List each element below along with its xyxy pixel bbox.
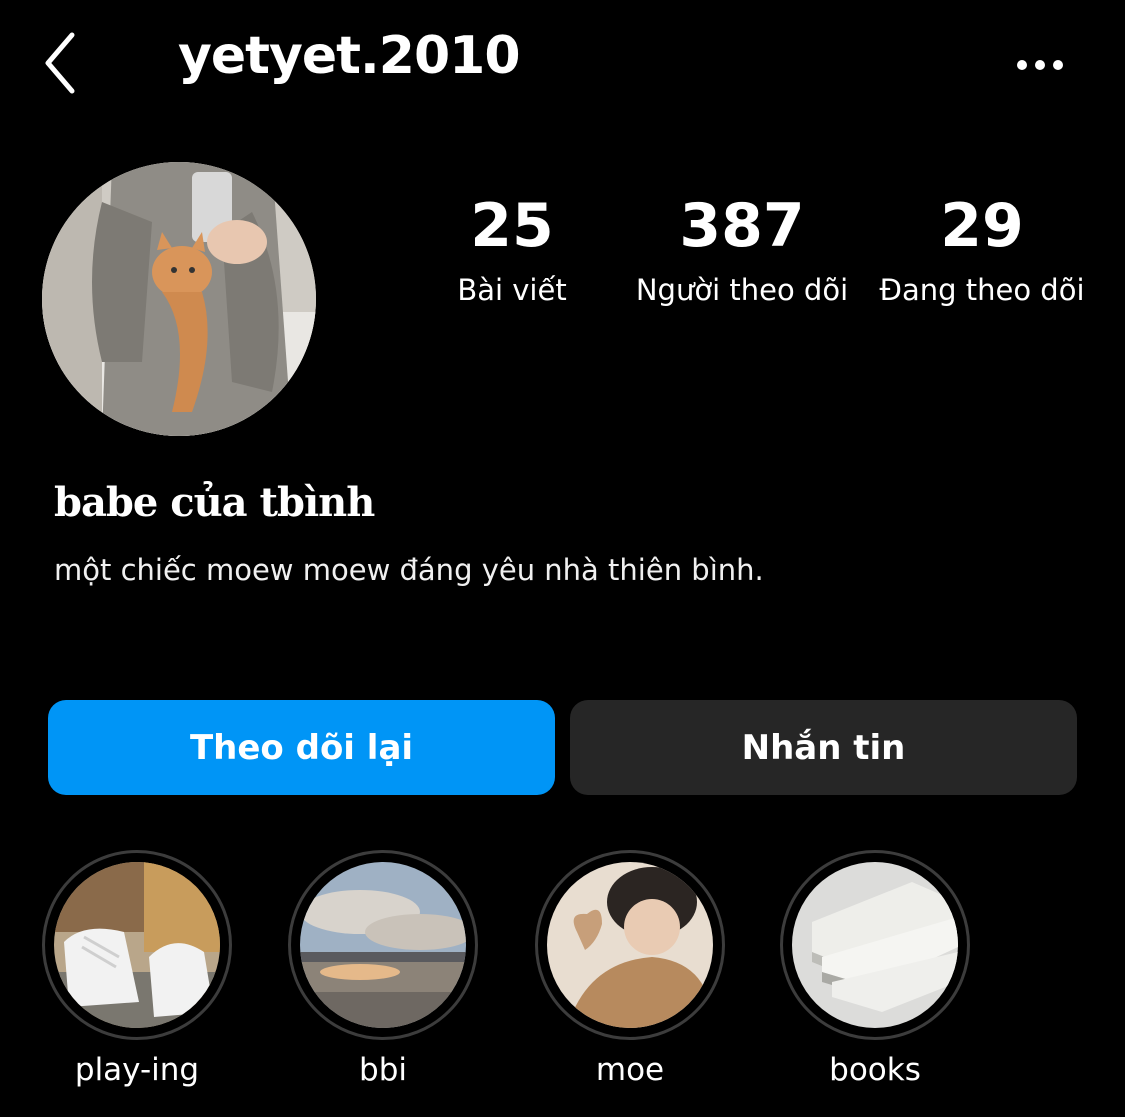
profile-username[interactable]: yetyet.2010 [178, 24, 521, 88]
follow-back-button[interactable]: Theo dõi lại [48, 700, 555, 795]
highlight-label: books [829, 1052, 921, 1088]
highlight-playing[interactable]: play-ing [42, 850, 236, 1090]
followers-label: Người theo dõi [635, 273, 849, 307]
profile-bio: một chiếc moew moew đáng yêu nhà thiên b… [54, 553, 764, 587]
highlight-cover [54, 862, 220, 1028]
highlight-ring [780, 850, 970, 1040]
more-horizontal-icon [1017, 60, 1063, 70]
profile-avatar[interactable] [42, 162, 316, 436]
highlight-cover [300, 862, 466, 1028]
posts-label: Bài viết [457, 273, 567, 307]
highlight-ring [535, 850, 725, 1040]
stat-followers[interactable]: 387 Người theo dõi [622, 188, 862, 312]
highlight-cover [792, 862, 958, 1028]
chevron-left-icon [45, 32, 75, 94]
following-label: Đang theo dõi [879, 273, 1085, 307]
back-button[interactable] [36, 28, 84, 98]
posts-count: 25 [470, 191, 554, 261]
highlight-ring [42, 850, 232, 1040]
stat-following[interactable]: 29 Đang theo dõi [862, 188, 1102, 312]
stat-posts[interactable]: 25 Bài viết [392, 188, 632, 312]
highlight-books[interactable]: books [780, 850, 974, 1090]
avatar-photo [42, 162, 316, 436]
highlight-label: moe [595, 1052, 665, 1088]
highlight-bbi[interactable]: bbi [288, 850, 482, 1090]
highlight-label: play-ing [74, 1052, 200, 1088]
followers-count: 387 [679, 191, 805, 261]
message-button[interactable]: Nhắn tin [570, 700, 1077, 795]
highlight-moe[interactable]: moe [535, 850, 729, 1090]
highlight-ring [288, 850, 478, 1040]
highlight-cover [547, 862, 713, 1028]
profile-display-name: babe của tbình [54, 479, 375, 526]
highlight-label: bbi [359, 1052, 407, 1088]
more-options-button[interactable] [1010, 50, 1070, 80]
following-count: 29 [940, 191, 1024, 261]
